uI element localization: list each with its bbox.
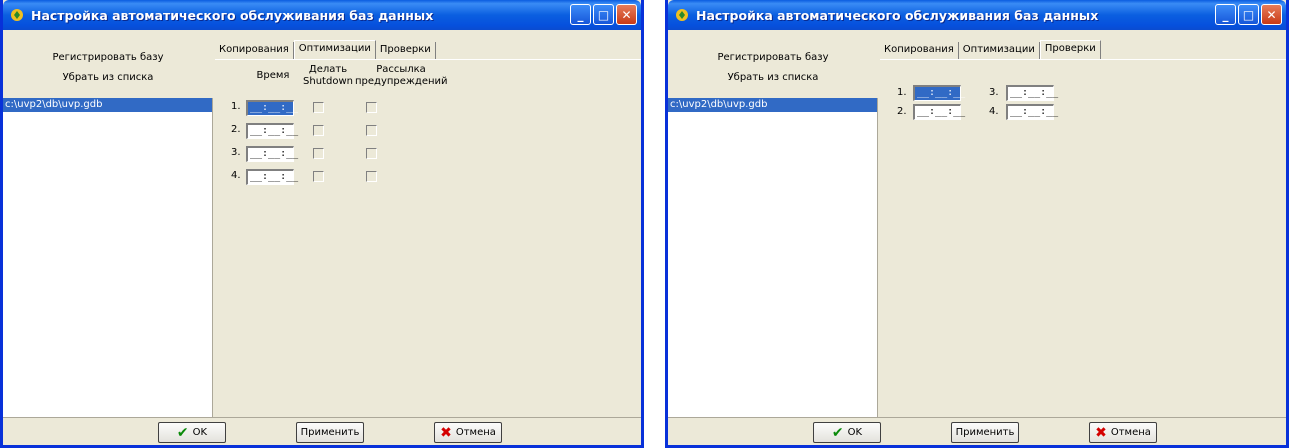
app-icon xyxy=(674,7,690,23)
time-field-1[interactable]: __:__:__ xyxy=(246,100,298,116)
minimize-button[interactable]: _ xyxy=(570,4,591,25)
cancel-x-icon: ✖ xyxy=(440,424,452,441)
warn-checkbox-4[interactable] xyxy=(366,171,377,182)
database-panel: Регистрировать базу Убрать из списка c:\… xyxy=(3,30,213,417)
cancel-x-icon: ✖ xyxy=(1095,424,1107,441)
button-bar: ✔ OK Применить ✖ Отмена xyxy=(3,417,641,445)
time-field-4[interactable]: __:__:__ xyxy=(246,169,298,185)
checkmark-icon: ✔ xyxy=(831,424,844,441)
maximize-button[interactable]: □ xyxy=(593,4,614,25)
time-field-2[interactable]: __:__:__ xyxy=(246,123,298,139)
warn-checkbox-3[interactable] xyxy=(366,148,377,159)
shutdown-checkbox-4[interactable] xyxy=(313,171,324,182)
settings-panel: Копирования Оптимизации Проверки 1. __:_… xyxy=(880,30,1286,417)
cancel-button[interactable]: ✖ Отмена xyxy=(1089,422,1157,443)
window-title: Настройка автоматического обслуживания б… xyxy=(696,7,1099,23)
close-icon: ✕ xyxy=(621,7,632,22)
list-item[interactable]: c:\uvp2\db\uvp.gdb xyxy=(668,98,877,112)
warn-checkbox-2[interactable] xyxy=(366,125,377,136)
maximize-icon: □ xyxy=(597,7,610,22)
row-label-2: 2. xyxy=(231,124,241,135)
title-bar[interactable]: Настройка автоматического обслуживания б… xyxy=(668,0,1286,30)
shutdown-checkbox-1[interactable] xyxy=(313,102,324,113)
register-db-button[interactable]: Регистрировать базу xyxy=(668,52,878,63)
maintenance-window-optimization: Настройка автоматического обслуживания б… xyxy=(0,0,644,448)
row-label-3: 3. xyxy=(989,87,999,98)
time-field-2[interactable]: __:__:__ xyxy=(913,104,965,120)
title-bar[interactable]: Настройка автоматического обслуживания б… xyxy=(3,0,641,30)
row-label-4: 4. xyxy=(989,106,999,117)
row-label-3: 3. xyxy=(231,147,241,158)
tab-copy[interactable]: Копирования xyxy=(880,42,959,60)
col-header-time: Время xyxy=(256,70,290,81)
check-tab-content: 1. __:__:__ 2. __:__:__ 3. __:__:__ 4. _… xyxy=(880,60,1286,417)
shutdown-checkbox-2[interactable] xyxy=(313,125,324,136)
time-field-3[interactable]: __:__:__ xyxy=(246,146,298,162)
maximize-icon: □ xyxy=(1242,7,1255,22)
maintenance-window-check: Настройка автоматического обслуживания б… xyxy=(665,0,1289,448)
time-field-4[interactable]: __:__:__ xyxy=(1006,104,1058,120)
row-label-4: 4. xyxy=(231,170,241,181)
list-item[interactable]: c:\uvp2\db\uvp.gdb xyxy=(3,98,212,112)
cancel-button[interactable]: ✖ Отмена xyxy=(434,422,502,443)
minimize-icon: _ xyxy=(577,7,584,22)
row-label-1: 1. xyxy=(231,101,241,112)
tab-strip: Копирования Оптимизации Проверки xyxy=(880,40,1101,60)
settings-panel: Копирования Оптимизации Проверки Время Д… xyxy=(215,30,641,417)
database-list[interactable]: c:\uvp2\db\uvp.gdb xyxy=(3,98,213,417)
time-field-3[interactable]: __:__:__ xyxy=(1006,85,1058,101)
row-label-1: 1. xyxy=(897,87,907,98)
tab-strip: Копирования Оптимизации Проверки xyxy=(215,40,436,60)
database-panel: Регистрировать базу Убрать из списка c:\… xyxy=(668,30,878,417)
app-icon xyxy=(9,7,25,23)
col-header-warnings: Рассылка предупреждений xyxy=(355,64,448,87)
ok-button[interactable]: ✔ OK xyxy=(158,422,226,443)
database-list[interactable]: c:\uvp2\db\uvp.gdb xyxy=(668,98,878,417)
apply-button[interactable]: Применить xyxy=(951,422,1019,443)
tab-check[interactable]: Проверки xyxy=(1039,40,1101,60)
checkmark-icon: ✔ xyxy=(176,424,189,441)
register-db-button[interactable]: Регистрировать базу xyxy=(3,52,213,63)
tab-optimization[interactable]: Оптимизации xyxy=(959,42,1040,60)
optimization-tab-content: Время Делать Shutdown Рассылка предупреж… xyxy=(215,60,641,417)
close-icon: ✕ xyxy=(1266,7,1277,22)
minimize-icon: _ xyxy=(1222,7,1229,22)
time-field-1[interactable]: __:__:__ xyxy=(913,85,965,101)
warn-checkbox-1[interactable] xyxy=(366,102,377,113)
tab-optimization[interactable]: Оптимизации xyxy=(293,40,376,60)
button-bar: ✔ OK Применить ✖ Отмена xyxy=(668,417,1286,445)
close-button[interactable]: ✕ xyxy=(1261,4,1282,25)
col-header-shutdown: Делать Shutdown xyxy=(303,64,353,87)
tab-check[interactable]: Проверки xyxy=(376,42,436,60)
close-button[interactable]: ✕ xyxy=(616,4,637,25)
remove-db-button[interactable]: Убрать из списка xyxy=(3,72,213,83)
window-title: Настройка автоматического обслуживания б… xyxy=(31,7,434,23)
minimize-button[interactable]: _ xyxy=(1215,4,1236,25)
ok-button[interactable]: ✔ OK xyxy=(813,422,881,443)
apply-button[interactable]: Применить xyxy=(296,422,364,443)
maximize-button[interactable]: □ xyxy=(1238,4,1259,25)
tab-copy[interactable]: Копирования xyxy=(215,42,294,60)
row-label-2: 2. xyxy=(897,106,907,117)
shutdown-checkbox-3[interactable] xyxy=(313,148,324,159)
remove-db-button[interactable]: Убрать из списка xyxy=(668,72,878,83)
